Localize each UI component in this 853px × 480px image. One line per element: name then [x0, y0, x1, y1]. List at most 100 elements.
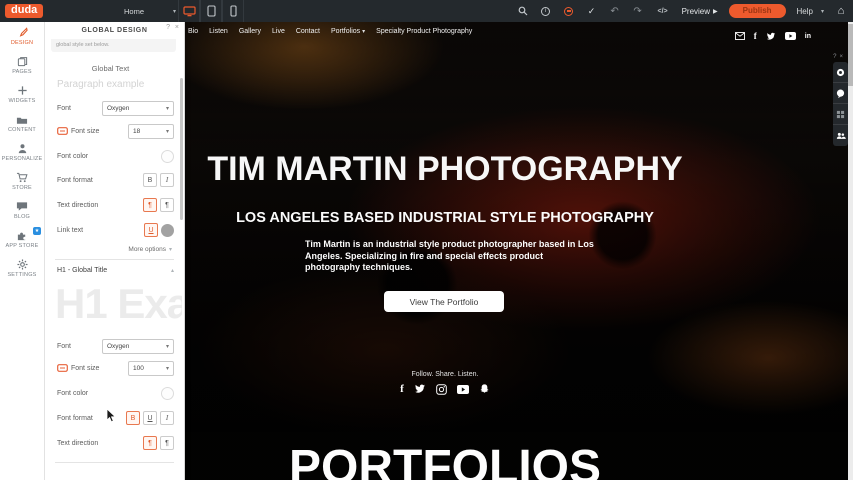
h1-section-title: H1 - Global Title — [57, 267, 107, 274]
comments-tool-button[interactable] — [833, 83, 848, 104]
tablet-icon — [207, 5, 216, 17]
undo-button[interactable]: ↶ — [609, 5, 621, 17]
link-underline-button[interactable]: U — [144, 223, 158, 237]
hero-title[interactable]: TIM MARTIN PHOTOGRAPHY — [185, 150, 705, 189]
divider — [55, 259, 174, 260]
lens-icon — [836, 68, 845, 77]
hero-paragraph[interactable]: Tim Martin is an industrial style produc… — [305, 239, 598, 274]
sidebar-item-app-store[interactable]: ★ APP STORE — [0, 225, 44, 254]
h1-text-direction-rtl-button[interactable]: ¶ — [160, 436, 174, 450]
sidebar-item-pages[interactable]: PAGES — [0, 51, 44, 80]
lens-tool-button[interactable] — [833, 62, 848, 83]
sidebar-item-settings[interactable]: SETTINGS — [0, 254, 44, 283]
device-switcher — [178, 0, 244, 22]
page-selector-value: Home — [124, 7, 144, 16]
snapchat-icon[interactable] — [479, 383, 490, 395]
help-menu[interactable]: Help ▾ — [797, 7, 824, 16]
panel-header: GLOBAL DESIGN ? × — [45, 22, 184, 38]
panel-help-icon[interactable]: ? — [166, 24, 170, 31]
text-direction-ltr-button[interactable]: ¶ — [143, 198, 157, 212]
publish-button[interactable]: Publish — [729, 4, 786, 18]
more-options-link[interactable]: More options ▾ — [128, 246, 172, 253]
chevron-down-icon: ▾ — [166, 105, 169, 112]
saved-status-button[interactable]: ✓ — [586, 5, 598, 17]
youtube-icon[interactable] — [785, 32, 796, 40]
sidebar-label: APP STORE — [5, 243, 38, 249]
font-size-dropdown[interactable]: 18 ▾ — [128, 124, 174, 139]
apps-tool-button[interactable] — [833, 104, 848, 125]
font-dropdown[interactable]: Oxygen ▾ — [102, 101, 174, 116]
preview-button[interactable]: Preview ▶ — [682, 7, 718, 16]
panel-scrollbar[interactable] — [180, 78, 183, 220]
mobile-view-button[interactable] — [222, 0, 244, 22]
portfolios-heading[interactable]: PORTFOLIOS — [185, 440, 705, 480]
notification-ring-icon — [564, 7, 573, 16]
font-label: Font — [57, 105, 71, 112]
header-social-links: f in — [735, 31, 811, 41]
h1-font-size-dropdown[interactable]: 100 ▾ — [128, 361, 174, 376]
twitter-icon[interactable] — [766, 32, 776, 41]
page-selector[interactable]: Home ▾ — [120, 3, 180, 19]
h1-font-size-row: Font size 100 ▾ — [57, 360, 174, 376]
facebook-icon[interactable]: f — [754, 31, 757, 41]
tablet-view-button[interactable] — [200, 0, 222, 22]
sidebar-item-store[interactable]: STORE — [0, 167, 44, 196]
link-color-swatch[interactable] — [161, 224, 174, 237]
linkedin-icon[interactable]: in — [805, 33, 811, 40]
home-icon: ⌂ — [838, 5, 845, 17]
info-button[interactable]: i — [540, 5, 552, 17]
sidebar-item-widgets[interactable]: WIDGETS — [0, 80, 44, 109]
desktop-view-button[interactable] — [178, 0, 200, 22]
toolbar-actions: i ✓ ↶ ↷ </> Preview ▶ Publish H — [517, 0, 847, 22]
youtube-icon[interactable] — [457, 385, 469, 394]
dashboard-home-button[interactable]: ⌂ — [835, 5, 847, 17]
dev-mode-button[interactable]: </> — [655, 5, 671, 17]
search-button[interactable] — [517, 5, 529, 17]
font-size-label: Font size — [71, 365, 99, 372]
code-icon: </> — [658, 8, 668, 15]
h1-bold-button[interactable]: B — [126, 411, 140, 425]
team-tool-button[interactable] — [833, 125, 848, 146]
close-icon[interactable]: × — [839, 54, 846, 60]
h1-font-row: Font Oxygen ▾ — [57, 338, 174, 354]
h1-italic-button[interactable]: I — [160, 411, 174, 425]
italic-button[interactable]: I — [160, 173, 174, 187]
sidebar-item-blog[interactable]: BLOG — [0, 196, 44, 225]
view-portfolio-button[interactable]: View The Portfolio — [384, 291, 504, 312]
sidebar-item-personalize[interactable]: PERSONALIZE — [0, 138, 44, 167]
sidebar-item-design[interactable]: DESIGN — [0, 22, 44, 51]
search-icon — [518, 6, 528, 16]
h1-text-direction-ltr-button[interactable]: ¶ — [143, 436, 157, 450]
h1-font-color-swatch[interactable] — [161, 387, 174, 400]
editor-sidebar: DESIGN PAGES WIDGETS CONTENT — [0, 22, 45, 480]
hero-subtitle[interactable]: LOS ANGELES BASED INDUSTRIAL STYLE PHOTO… — [185, 210, 705, 226]
preview-scrollbar-thumb[interactable] — [848, 24, 853, 86]
paragraph-example-preview: Paragraph example — [57, 79, 144, 90]
h1-font-dropdown[interactable]: Oxygen ▾ — [102, 339, 174, 354]
h1-underline-button[interactable]: U — [143, 411, 157, 425]
panel-close-icon[interactable]: × — [175, 24, 179, 31]
editor-window: duda Home ▾ — [0, 0, 853, 480]
twitter-icon[interactable] — [414, 384, 426, 394]
facebook-icon[interactable]: f — [400, 383, 404, 395]
mobile-icon — [230, 5, 237, 17]
instagram-icon[interactable] — [436, 384, 447, 395]
text-direction-label: Text direction — [57, 440, 98, 447]
footer-social-links: f — [185, 383, 705, 395]
site-preview-canvas[interactable]: Bio Listen Gallery Live Contact Portfoli… — [185, 22, 853, 480]
chevron-down-icon: ▾ — [166, 128, 169, 135]
bold-button[interactable]: B — [143, 173, 157, 187]
redo-button[interactable]: ↷ — [632, 5, 644, 17]
sidebar-item-content[interactable]: CONTENT — [0, 109, 44, 138]
font-color-swatch[interactable] — [161, 150, 174, 163]
preview-scrollbar[interactable] — [848, 22, 853, 480]
cart-icon — [16, 172, 28, 183]
notifications-button[interactable] — [563, 5, 575, 17]
font-value: Oxygen — [107, 105, 129, 112]
h1-section-header[interactable]: H1 - Global Title ▴ — [57, 267, 174, 274]
email-icon[interactable] — [735, 32, 745, 40]
font-format-label: Font format — [57, 177, 93, 184]
redo-icon: ↷ — [633, 6, 641, 17]
duda-logo[interactable]: duda — [5, 4, 43, 18]
text-direction-rtl-button[interactable]: ¶ — [160, 198, 174, 212]
